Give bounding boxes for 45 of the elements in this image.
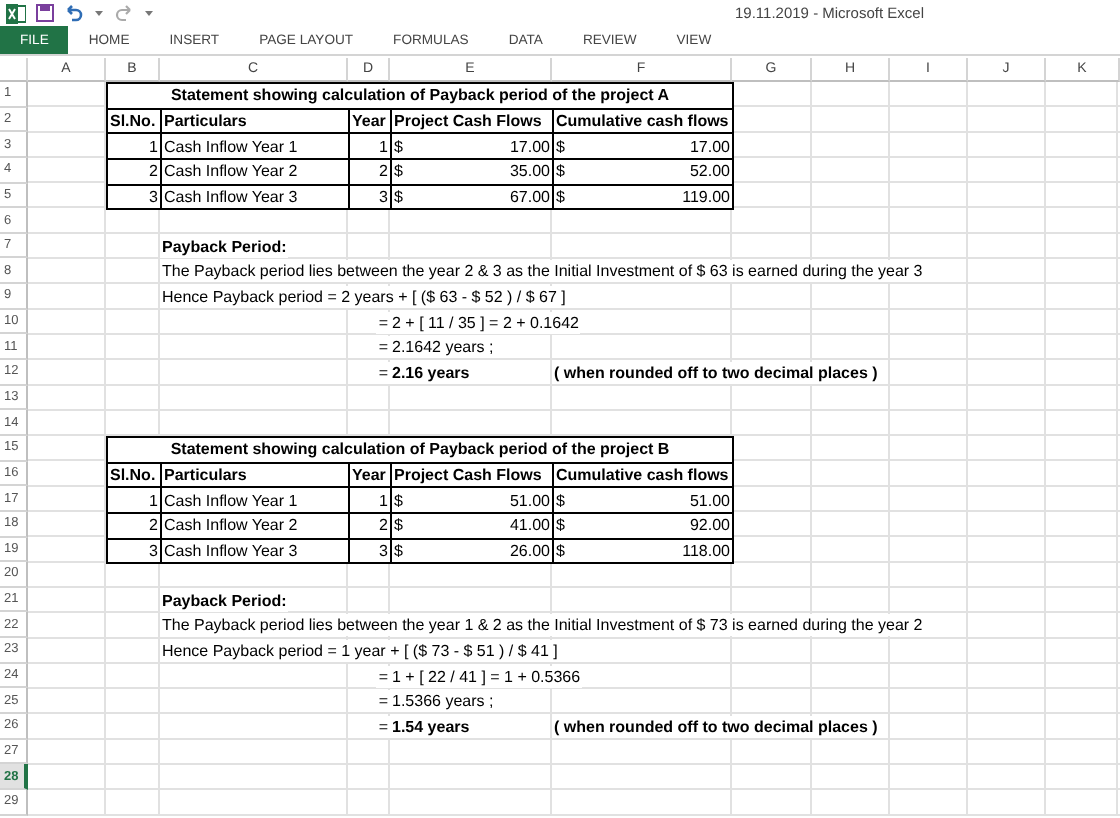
- cell-text: =: [376, 311, 390, 334]
- table-cell: $ 35.00: [390, 157, 554, 186]
- section-heading: Payback Period:: [160, 235, 289, 258]
- caret-icon[interactable]: [144, 8, 154, 18]
- table-cell: $ 17.00: [390, 132, 554, 160]
- table-cell: $ 41.00: [390, 511, 554, 540]
- cell-text: 1.54 years: [390, 715, 472, 738]
- table-cell: Cash Inflow Year 1: [160, 486, 350, 514]
- section-heading: Payback Period:: [160, 589, 289, 612]
- table-cell: $ 67.00: [390, 183, 554, 211]
- table-cell: $ 51.00: [390, 486, 554, 514]
- table-cell: Cash Inflow Year 1: [160, 132, 350, 160]
- cell-text: Hence Payback period = 1 year + [ ($ 73 - $ 51 ) / $ 41 ]: [160, 639, 560, 662]
- cell-text: The Payback period lies between the year 2 & 3 as the Initial Investment of $ 63 is earned during the year 3: [160, 260, 925, 283]
- table-cell: Cash Inflow Year 2: [160, 157, 350, 186]
- cell-text: =: [376, 665, 390, 688]
- redo-icon[interactable]: [114, 4, 134, 22]
- table-cell: Cash Inflow Year 3: [160, 537, 350, 565]
- cell-text: =: [376, 715, 390, 738]
- cell-text: 2.16 years: [390, 361, 472, 384]
- cell-text: =: [376, 336, 390, 359]
- cell-text: ( when rounded off to two decimal places ): [552, 361, 880, 384]
- cell-text: The Payback period lies between the year 1 & 2 as the Initial Investment of $ 73 is earned during the year 2: [160, 614, 925, 637]
- cell-text: ( when rounded off to two decimal places ): [552, 715, 880, 738]
- cell-text: Hence Payback period = 2 years + [ ($ 63 - $ 52 ) / $ 67 ]: [160, 285, 568, 308]
- cell-text: 2.1642 years ;: [390, 336, 496, 359]
- table-cell: $ 92.00: [552, 511, 734, 540]
- caret-icon[interactable]: [94, 8, 104, 18]
- table-cell: $ 52.00: [552, 157, 734, 186]
- table-cell: $ 119.00: [552, 183, 734, 211]
- table-title: Statement showing calculation of Payback period of the project A: [106, 82, 734, 110]
- save-icon[interactable]: [36, 4, 54, 22]
- table-cell: Cash Inflow Year 2: [160, 511, 350, 540]
- table-cell: $ 118.00: [552, 537, 734, 565]
- undo-icon[interactable]: [64, 4, 84, 22]
- table-title: Statement showing calculation of Payback period of the project B: [106, 435, 734, 464]
- table-cell: $ 26.00: [390, 537, 554, 565]
- cell-text: =: [376, 690, 390, 713]
- cell-text: 2 + [ 11 / 35 ] = 2 + 0.1642: [390, 311, 581, 334]
- cell-text: 1 + [ 22 / 41 ] = 1 + 0.5366: [390, 665, 583, 688]
- table-cell: Cash Inflow Year 3: [160, 183, 350, 211]
- cell-text: 1.5366 years ;: [390, 690, 496, 713]
- table-cell: $ 17.00: [552, 132, 734, 160]
- table-cell: $ 51.00: [552, 486, 734, 514]
- cell-text: =: [376, 361, 390, 384]
